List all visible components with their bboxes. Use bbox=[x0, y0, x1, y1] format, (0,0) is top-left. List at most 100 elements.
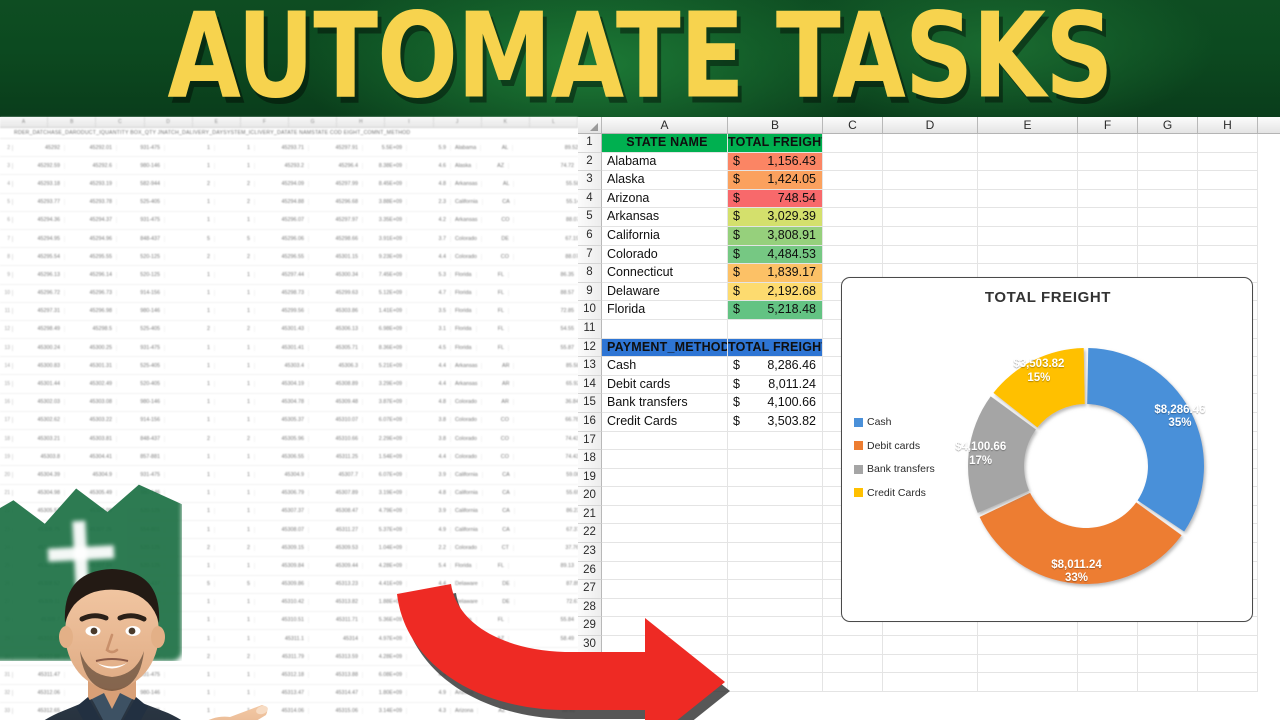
state-name-cell[interactable]: California bbox=[602, 226, 728, 246]
payment-freight-cell[interactable]: $4,100.66 bbox=[728, 394, 823, 413]
row-header-13[interactable]: 13 bbox=[578, 357, 602, 376]
empty-cell[interactable] bbox=[1198, 636, 1258, 655]
empty-cell[interactable] bbox=[823, 654, 883, 674]
state-table-header-freight[interactable]: TOTAL FREIGHT bbox=[728, 134, 823, 153]
empty-cell[interactable] bbox=[602, 505, 728, 525]
row-header-4[interactable]: 4 bbox=[578, 189, 602, 209]
empty-cell[interactable] bbox=[1198, 673, 1258, 692]
empty-cell[interactable] bbox=[823, 673, 883, 692]
empty-cell[interactable] bbox=[823, 134, 883, 153]
empty-cell[interactable] bbox=[1078, 654, 1138, 674]
empty-cell[interactable] bbox=[1138, 673, 1198, 692]
state-freight-cell[interactable]: $748.54 bbox=[728, 189, 823, 209]
empty-cell[interactable] bbox=[823, 171, 883, 190]
payment-freight-cell[interactable]: $8,011.24 bbox=[728, 375, 823, 395]
empty-cell[interactable] bbox=[883, 636, 978, 655]
row-header-12[interactable]: 12 bbox=[578, 338, 602, 358]
payment-table-header-freight[interactable]: TOTAL FREIGHT bbox=[728, 338, 823, 358]
empty-cell[interactable] bbox=[1198, 189, 1258, 209]
empty-cell[interactable] bbox=[978, 654, 1078, 674]
state-freight-cell[interactable]: $3,808.91 bbox=[728, 226, 823, 246]
column-header-b[interactable]: B bbox=[728, 117, 823, 133]
column-header-g[interactable]: G bbox=[1138, 117, 1198, 133]
row-header-16[interactable]: 16 bbox=[578, 412, 602, 432]
row-header-7[interactable]: 7 bbox=[578, 245, 602, 265]
empty-cell[interactable] bbox=[823, 226, 883, 246]
empty-cell[interactable] bbox=[1078, 208, 1138, 227]
empty-cell[interactable] bbox=[823, 208, 883, 227]
empty-cell[interactable] bbox=[728, 468, 823, 488]
empty-cell[interactable] bbox=[978, 171, 1078, 190]
empty-cell[interactable] bbox=[1138, 171, 1198, 190]
row-header-1[interactable]: 1 bbox=[578, 134, 602, 153]
empty-cell[interactable] bbox=[602, 319, 728, 339]
empty-cell[interactable] bbox=[1138, 152, 1198, 172]
row-header-17[interactable]: 17 bbox=[578, 431, 602, 451]
empty-cell[interactable] bbox=[1198, 245, 1258, 265]
payment-method-cell[interactable]: Cash bbox=[602, 357, 728, 376]
empty-cell[interactable] bbox=[978, 673, 1078, 692]
row-header-14[interactable]: 14 bbox=[578, 375, 602, 395]
legend-item[interactable]: Credit Cards bbox=[854, 487, 935, 499]
empty-cell[interactable] bbox=[978, 226, 1078, 246]
state-freight-cell[interactable]: $1,156.43 bbox=[728, 152, 823, 172]
payment-table-header-method[interactable]: PAYMENT_METHOD bbox=[602, 338, 728, 358]
payment-method-cell[interactable]: Bank transfers bbox=[602, 394, 728, 413]
payment-freight-cell[interactable]: $3,503.82 bbox=[728, 412, 823, 432]
empty-cell[interactable] bbox=[728, 505, 823, 525]
state-freight-cell[interactable]: $1,424.05 bbox=[728, 171, 823, 190]
empty-cell[interactable] bbox=[1198, 226, 1258, 246]
empty-cell[interactable] bbox=[883, 673, 978, 692]
empty-cell[interactable] bbox=[823, 189, 883, 209]
row-header-10[interactable]: 10 bbox=[578, 301, 602, 320]
row-header-9[interactable]: 9 bbox=[578, 282, 602, 302]
doughnut-chart[interactable]: $8,286.46 35% $8,011.24 33% $4,100.66 17% $3,5… bbox=[936, 316, 1236, 616]
column-header-d[interactable]: D bbox=[883, 117, 978, 133]
column-header-e[interactable]: E bbox=[978, 117, 1078, 133]
empty-cell[interactable] bbox=[728, 450, 823, 469]
row-header-6[interactable]: 6 bbox=[578, 226, 602, 246]
state-name-cell[interactable]: Delaware bbox=[602, 282, 728, 302]
legend-item[interactable]: Debit cards bbox=[854, 440, 935, 452]
payment-method-cell[interactable]: Debit cards bbox=[602, 375, 728, 395]
empty-cell[interactable] bbox=[883, 189, 978, 209]
empty-cell[interactable] bbox=[823, 636, 883, 655]
empty-cell[interactable] bbox=[602, 487, 728, 506]
empty-cell[interactable] bbox=[1138, 226, 1198, 246]
state-freight-cell[interactable]: $5,218.48 bbox=[728, 301, 823, 320]
empty-cell[interactable] bbox=[883, 171, 978, 190]
state-name-cell[interactable]: Connecticut bbox=[602, 264, 728, 283]
empty-cell[interactable] bbox=[883, 654, 978, 674]
empty-cell[interactable] bbox=[1138, 654, 1198, 674]
empty-cell[interactable] bbox=[1198, 171, 1258, 190]
empty-cell[interactable] bbox=[1078, 636, 1138, 655]
row-header-15[interactable]: 15 bbox=[578, 394, 602, 413]
empty-cell[interactable] bbox=[1198, 134, 1258, 153]
payment-freight-cell[interactable]: $8,286.46 bbox=[728, 357, 823, 376]
state-name-cell[interactable]: Arizona bbox=[602, 189, 728, 209]
empty-cell[interactable] bbox=[978, 245, 1078, 265]
column-header-f[interactable]: F bbox=[1078, 117, 1138, 133]
empty-cell[interactable] bbox=[1138, 245, 1198, 265]
state-table-header-state[interactable]: STATE NAME bbox=[602, 134, 728, 153]
empty-cell[interactable] bbox=[1078, 152, 1138, 172]
state-name-cell[interactable]: Alabama bbox=[602, 152, 728, 172]
empty-cell[interactable] bbox=[883, 208, 978, 227]
empty-cell[interactable] bbox=[1198, 654, 1258, 674]
row-header-21[interactable]: 21 bbox=[578, 505, 602, 525]
state-name-cell[interactable]: Arkansas bbox=[602, 208, 728, 227]
state-name-cell[interactable]: Colorado bbox=[602, 245, 728, 265]
legend-item[interactable]: Bank transfers bbox=[854, 463, 935, 475]
empty-cell[interactable] bbox=[602, 431, 728, 451]
empty-cell[interactable] bbox=[1138, 636, 1198, 655]
column-header-a[interactable]: A bbox=[602, 117, 728, 133]
empty-cell[interactable] bbox=[1138, 208, 1198, 227]
empty-cell[interactable] bbox=[1198, 152, 1258, 172]
empty-cell[interactable] bbox=[728, 487, 823, 506]
state-name-cell[interactable]: Florida bbox=[602, 301, 728, 320]
column-header-h[interactable]: H bbox=[1198, 117, 1258, 133]
empty-cell[interactable] bbox=[602, 468, 728, 488]
empty-cell[interactable] bbox=[602, 450, 728, 469]
legend-item[interactable]: Cash bbox=[854, 416, 935, 428]
empty-cell[interactable] bbox=[823, 152, 883, 172]
